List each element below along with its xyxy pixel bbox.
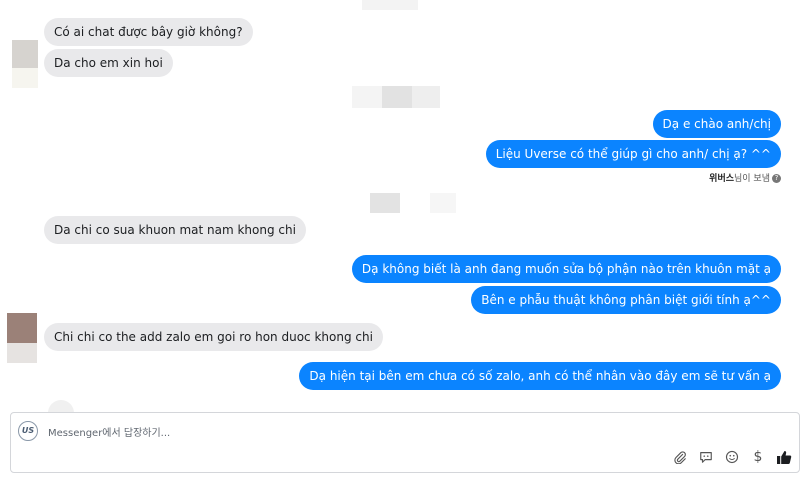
paperclip-icon[interactable] bbox=[669, 446, 691, 468]
help-icon[interactable]: ? bbox=[772, 174, 781, 183]
avatar-shadow bbox=[7, 343, 37, 363]
message-thread[interactable]: Có ai chat được bây giờ không? Da cho em… bbox=[0, 0, 800, 412]
sender-name: 위버스 bbox=[709, 174, 735, 184]
sent-by-label: 위버스님이 보냄? bbox=[709, 171, 781, 184]
thumbs-up-icon[interactable] bbox=[773, 446, 795, 468]
blurred-timestamp bbox=[370, 193, 400, 213]
outgoing-message[interactable]: Dạ không biết là anh đang muốn sửa bộ ph… bbox=[351, 255, 781, 283]
reply-input[interactable]: Messenger에서 답장하기... bbox=[48, 424, 170, 439]
blurred-timestamp bbox=[352, 86, 382, 108]
blurred-timestamp bbox=[430, 193, 456, 213]
partial-message bbox=[48, 400, 74, 412]
incoming-message[interactable]: Da cho em xin hoi bbox=[44, 49, 173, 77]
outgoing-message[interactable]: Bên e phẫu thuật không phân biệt giới tí… bbox=[471, 286, 781, 314]
blurred-timestamp bbox=[382, 86, 412, 108]
dollar-icon[interactable]: $ bbox=[747, 446, 769, 468]
avatar-shadow bbox=[12, 68, 38, 88]
incoming-message[interactable]: Da chi co sua khuon mat nam khong chi bbox=[44, 216, 306, 244]
blurred-timestamp bbox=[412, 86, 440, 108]
avatar[interactable] bbox=[12, 40, 38, 68]
blurred-area bbox=[362, 0, 418, 10]
composer-toolbar: $ bbox=[669, 446, 799, 468]
sent-suffix: 님이 보냄 bbox=[734, 174, 770, 184]
sticker-icon[interactable] bbox=[695, 446, 717, 468]
avatar[interactable] bbox=[7, 313, 37, 343]
outgoing-message[interactable]: Liệu Uverse có thể giúp gì cho anh/ chị … bbox=[485, 140, 781, 168]
reply-composer[interactable]: US Messenger에서 답장하기... $ bbox=[10, 412, 800, 473]
outgoing-message[interactable]: Dạ hiện tại bên em chưa có số zalo, anh … bbox=[299, 362, 781, 390]
incoming-message[interactable]: Chi chi co the add zalo em goi ro hon du… bbox=[44, 323, 383, 351]
incoming-message[interactable]: Có ai chat được bây giờ không? bbox=[44, 18, 253, 46]
emoji-icon[interactable] bbox=[721, 446, 743, 468]
page-logo-icon: US bbox=[18, 421, 38, 441]
outgoing-message[interactable]: Dạ e chào anh/chị bbox=[652, 110, 781, 138]
